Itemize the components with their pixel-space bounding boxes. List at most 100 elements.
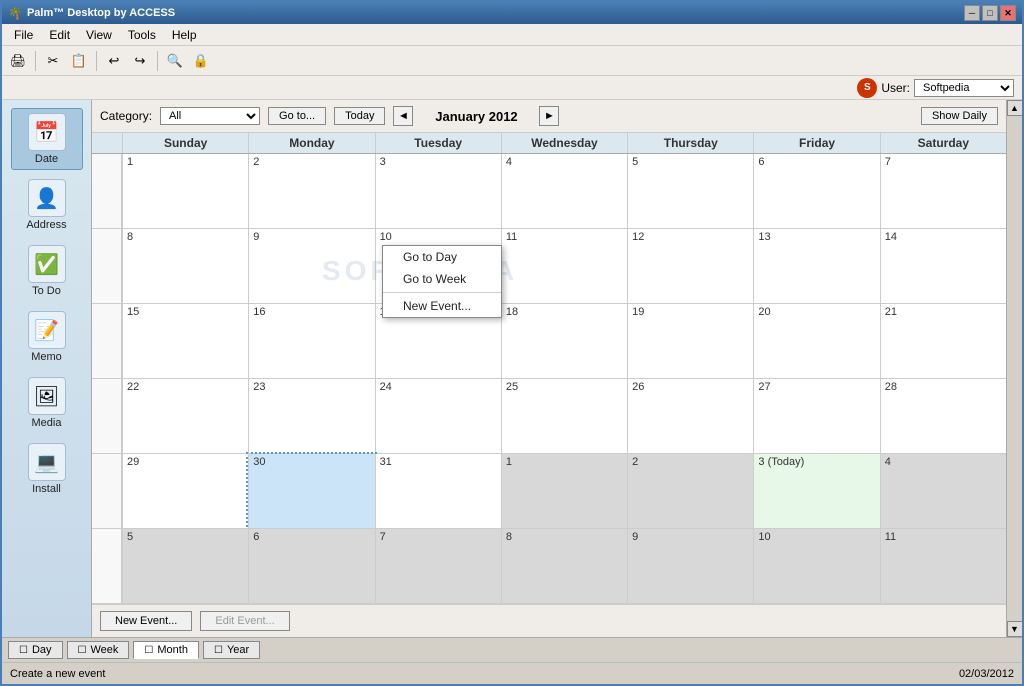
- next-month-button[interactable]: ►: [539, 106, 559, 126]
- scroll-up-button[interactable]: ▲: [1007, 100, 1023, 116]
- cal-cell-week2-day1[interactable]: 16: [248, 304, 374, 379]
- memo-icon: 📝: [28, 311, 66, 349]
- cal-cell-week4-day5[interactable]: 3 (Today): [753, 454, 879, 529]
- menu-file[interactable]: File: [6, 26, 41, 44]
- cal-cell-week5-day1[interactable]: 6: [248, 529, 374, 604]
- ctx-goto-week[interactable]: Go to Week: [383, 268, 501, 290]
- toolbar-separator: [35, 51, 36, 71]
- right-scroll: ▲ ▼: [1006, 100, 1022, 637]
- date-num: 5: [127, 531, 133, 543]
- user-select[interactable]: Softpedia: [914, 79, 1014, 97]
- cal-cell-week4-day2[interactable]: 31: [375, 454, 501, 529]
- date-num: 24: [380, 381, 392, 393]
- cut-button[interactable]: ✂: [41, 49, 65, 73]
- cal-cell-week5-day4[interactable]: 9: [627, 529, 753, 604]
- view-tabs: ☐ Day ☐ Week ☐ Month ☐ Year: [2, 637, 1022, 662]
- cal-cell-week4-day3[interactable]: 1: [501, 454, 627, 529]
- menu-tools[interactable]: Tools: [120, 26, 164, 44]
- cal-cell-week2-day5[interactable]: 20: [753, 304, 879, 379]
- sidebar-item-media[interactable]: 🖼 Media: [11, 372, 83, 434]
- address-icon: 👤: [28, 179, 66, 217]
- cal-cell-week5-day6[interactable]: 11: [880, 529, 1006, 604]
- date-icon: 📅: [28, 113, 66, 151]
- cal-cell-week1-day3[interactable]: 11: [501, 229, 627, 304]
- redo-button[interactable]: ↪: [128, 49, 152, 73]
- sidebar-item-install[interactable]: 💻 Install: [11, 438, 83, 500]
- cal-cell-week3-day6[interactable]: 28: [880, 379, 1006, 454]
- menu-help[interactable]: Help: [164, 26, 205, 44]
- print-button[interactable]: 🖨: [6, 49, 30, 73]
- week-tab-icon: ☐: [78, 645, 87, 656]
- goto-button[interactable]: Go to...: [268, 107, 326, 125]
- cal-cell-week5-day0[interactable]: 5: [122, 529, 248, 604]
- cal-cell-week5-day3[interactable]: 8: [501, 529, 627, 604]
- search-button[interactable]: 🔍: [163, 49, 187, 73]
- cal-cell-week2-day4[interactable]: 19: [627, 304, 753, 379]
- date-num: 26: [632, 381, 644, 393]
- cal-cell-week3-day3[interactable]: 25: [501, 379, 627, 454]
- cal-cell-week2-day6[interactable]: 21: [880, 304, 1006, 379]
- category-select[interactable]: All: [160, 107, 260, 125]
- date-num: 8: [127, 231, 133, 243]
- cal-cell-week4-day4[interactable]: 2: [627, 454, 753, 529]
- cal-cell-week3-day4[interactable]: 26: [627, 379, 753, 454]
- menu-edit[interactable]: Edit: [41, 26, 78, 44]
- tab-month[interactable]: ☐ Month: [133, 641, 199, 659]
- tab-day[interactable]: ☐ Day: [8, 641, 63, 659]
- cal-cell-week3-day2[interactable]: 24: [375, 379, 501, 454]
- app-icon: 🌴: [8, 6, 23, 20]
- cal-cell-week0-day3[interactable]: 4: [501, 154, 627, 229]
- cal-cell-week1-day6[interactable]: 14: [880, 229, 1006, 304]
- cal-cell-week3-day1[interactable]: 23: [248, 379, 374, 454]
- sidebar-item-memo[interactable]: 📝 Memo: [11, 306, 83, 368]
- cal-cell-week1-day0[interactable]: 8: [122, 229, 248, 304]
- lock-button[interactable]: 🔒: [189, 49, 213, 73]
- maximize-button[interactable]: □: [982, 5, 998, 21]
- statusbar: Create a new event 02/03/2012: [2, 662, 1022, 684]
- menu-view[interactable]: View: [78, 26, 120, 44]
- cal-cell-week3-day5[interactable]: 27: [753, 379, 879, 454]
- date-num: 9: [253, 231, 259, 243]
- toolbar-separator-2: [96, 51, 97, 71]
- sidebar-item-date[interactable]: 📅 Date: [11, 108, 83, 170]
- new-event-button[interactable]: New Event...: [100, 611, 192, 631]
- cal-cell-week3-day0[interactable]: 22: [122, 379, 248, 454]
- ctx-new-event[interactable]: New Event...: [383, 295, 501, 317]
- date-num: 8: [506, 531, 512, 543]
- cal-cell-week4-day6[interactable]: 4: [880, 454, 1006, 529]
- tab-year[interactable]: ☐ Year: [203, 641, 260, 659]
- cal-cell-week5-day5[interactable]: 10: [753, 529, 879, 604]
- scroll-down-button[interactable]: ▼: [1007, 621, 1023, 637]
- cal-cell-week0-day6[interactable]: 7: [880, 154, 1006, 229]
- paste-button[interactable]: 📋: [67, 49, 91, 73]
- cal-cell-week0-day4[interactable]: 5: [627, 154, 753, 229]
- cal-cell-week1-day4[interactable]: 12: [627, 229, 753, 304]
- close-button[interactable]: ✕: [1000, 5, 1016, 21]
- sidebar-item-todo[interactable]: ✅ To Do: [11, 240, 83, 302]
- cal-cell-week2-day0[interactable]: 15: [122, 304, 248, 379]
- undo-button[interactable]: ↩: [102, 49, 126, 73]
- date-num: 31: [380, 456, 392, 468]
- tab-week[interactable]: ☐ Week: [67, 641, 130, 659]
- cal-cell-week2-day3[interactable]: 18: [501, 304, 627, 379]
- prev-month-button[interactable]: ◄: [393, 106, 413, 126]
- cal-cell-week1-day1[interactable]: 9: [248, 229, 374, 304]
- cal-cell-week4-day0[interactable]: 29: [122, 454, 248, 529]
- tab-year-label: Year: [227, 644, 249, 656]
- cal-cell-week1-day5[interactable]: 13: [753, 229, 879, 304]
- category-label: Category:: [100, 109, 152, 123]
- edit-event-button[interactable]: Edit Event...: [200, 611, 289, 631]
- cal-cell-week4-day1[interactable]: 30: [248, 454, 374, 529]
- cal-cell-week0-day1[interactable]: 2: [248, 154, 374, 229]
- minimize-button[interactable]: ─: [964, 5, 980, 21]
- cal-cell-week5-day2[interactable]: 7: [375, 529, 501, 604]
- show-daily-button[interactable]: Show Daily: [921, 107, 998, 125]
- cal-cell-week0-day5[interactable]: 6: [753, 154, 879, 229]
- cal-cell-week0-day0[interactable]: 1: [122, 154, 248, 229]
- cal-cell-week0-day2[interactable]: 3: [375, 154, 501, 229]
- tab-week-label: Week: [91, 644, 119, 656]
- ctx-goto-day[interactable]: Go to Day: [383, 246, 501, 268]
- today-button[interactable]: Today: [334, 107, 385, 125]
- sidebar-item-address[interactable]: 👤 Address: [11, 174, 83, 236]
- date-num: 6: [758, 156, 764, 168]
